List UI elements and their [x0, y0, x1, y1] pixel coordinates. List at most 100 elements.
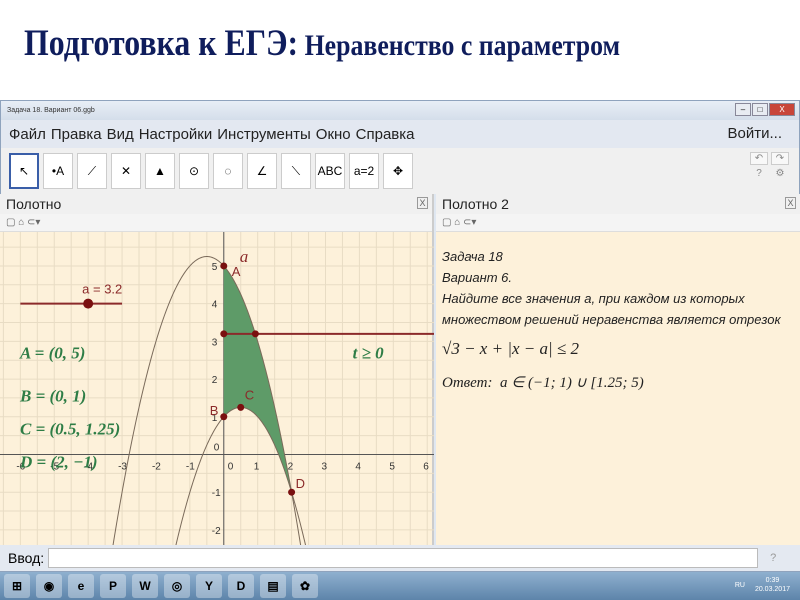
menu-settings[interactable]: Настройки [139, 126, 213, 143]
x-tick-label: 0 [228, 461, 234, 472]
chrome-icon[interactable]: ◎ [164, 574, 190, 598]
system-tray: RU 0:39 20.03.2017 [735, 576, 790, 594]
word-icon[interactable]: W [132, 574, 158, 598]
close-panel-button[interactable]: X [785, 197, 796, 209]
panel-header: Полотно X [0, 194, 432, 214]
problem-statement: Найдите все значения a, при каждом из ко… [442, 291, 745, 306]
panel-style-bar[interactable]: ▢ ⌂ ⊂▾ [436, 214, 800, 232]
y-tick-label: 4 [212, 300, 218, 311]
coordinate-label: B = (0, 1) [19, 386, 86, 405]
menu-window[interactable]: Окно [316, 126, 351, 143]
title-main: Подготовка к ЕГЭ: [24, 23, 299, 64]
undo-button[interactable]: ↶ [750, 152, 768, 165]
help-icon[interactable]: ? [750, 168, 768, 179]
move-tool[interactable]: ↖ [9, 153, 39, 189]
taskbar: ⊞ ◉ e P W ◎ Y D ▤ ✿ RU 0:39 20.03.2017 [0, 572, 800, 600]
x-tick-label: 4 [355, 461, 361, 472]
x-tick-label: 2 [288, 461, 294, 472]
input-help-icon[interactable]: ? [770, 552, 776, 564]
text-tool[interactable]: ABC [315, 153, 345, 189]
panel-style-bar[interactable]: ▢ ⌂ ⊂▾ [0, 214, 432, 232]
move-view-tool[interactable]: ✥ [383, 153, 413, 189]
time: 0:39 [765, 577, 780, 584]
menu-bar: Файл Правка Вид Настройки Инструменты Ок… [1, 120, 799, 148]
axis-label: a [240, 247, 249, 266]
point-label: B [210, 403, 219, 418]
geogebra-icon[interactable]: ✿ [292, 574, 318, 598]
graph-canvas[interactable]: -6 -5 -4 -3 -2 -1 0 1 2 3 4 5 6-2-1123450a = 3.2ABCD… [0, 232, 434, 545]
graphics-view-2[interactable]: Полотно 2 X ▢ ⌂ ⊂▾ Задача 18 Вариант 6. Н… [436, 194, 800, 545]
window-titlebar: Задача 18. Вариант 06.ggb [1, 101, 799, 120]
maximize-button[interactable]: □ [752, 103, 768, 116]
app-d-icon[interactable]: D [228, 574, 254, 598]
y-tick-label: 2 [212, 375, 218, 386]
slider-tool[interactable]: a=2 [349, 153, 379, 189]
perpendicular-tool[interactable]: ✕ [111, 153, 141, 189]
yandex-icon[interactable]: Y [196, 574, 222, 598]
language-indicator[interactable]: RU [735, 582, 745, 589]
graphics-view-1[interactable]: Полотно X ▢ ⌂ ⊂▾ -6 -5 -4 -3 -2 -1 0 1 2 3 4 5 6 -2 -1 1… [0, 194, 434, 545]
y-tick-label: -1 [212, 488, 221, 499]
taskbar-app[interactable]: ◉ [36, 574, 62, 598]
menu-edit[interactable]: Правка [51, 126, 102, 143]
constraint-label: t ≥ 0 [353, 343, 385, 362]
y-tick-label: 3 [212, 337, 218, 348]
y-tick-label: 5 [212, 262, 218, 273]
circle-tool[interactable]: ⊙ [179, 153, 209, 189]
problem-statement-2: множеством решений неравенства является … [442, 312, 781, 327]
x-tick-label: 3 [322, 461, 328, 472]
point-tool[interactable]: •A [43, 153, 73, 189]
minimize-button[interactable]: – [735, 103, 751, 116]
inequality-formula: √3 − x + |x − a| ≤ 2 [442, 339, 580, 358]
x-tick-label: -2 [152, 461, 161, 472]
menu-tools[interactable]: Инструменты [217, 126, 311, 143]
redo-button[interactable]: ↷ [771, 152, 789, 165]
line-tool[interactable]: ⟋ [77, 153, 107, 189]
reflect-tool[interactable]: ⟍ [281, 153, 311, 189]
y-tick-label: 0 [214, 442, 220, 453]
ie-icon[interactable]: e [68, 574, 94, 598]
y-tick-label: -2 [212, 526, 221, 537]
coordinate-label: A = (0, 5) [19, 343, 85, 362]
powerpoint-icon[interactable]: P [100, 574, 126, 598]
toolbar: ↖ •A ⟋ ✕ ▲ ⊙ ◌ ∠ ⟍ ABC a=2 ✥ ↶ ↷? ⚙ [1, 148, 799, 194]
coordinate-label: D = (2, −1) [19, 452, 98, 471]
slider-handle[interactable] [83, 298, 94, 309]
clock[interactable]: 0:39 20.03.2017 [755, 576, 790, 594]
problem-number: Задача 18 [442, 249, 503, 264]
menu-help[interactable]: Справка [356, 126, 415, 143]
panel-title: Полотно 2 [442, 196, 509, 212]
menu-file[interactable]: Файл [9, 126, 46, 143]
problem-text: Задача 18 Вариант 6. Найдите все значени… [436, 232, 800, 394]
close-panel-button[interactable]: X [417, 197, 428, 209]
gear-icon[interactable]: ⚙ [771, 168, 789, 179]
start-button[interactable]: ⊞ [4, 574, 30, 598]
answer-value: a ∈ (−1; 1) ∪ [1.25; 5) [499, 375, 644, 391]
point-D [288, 488, 296, 496]
point-label: D [296, 476, 305, 491]
close-button[interactable]: X [769, 103, 795, 116]
panel-title: Полотно [6, 196, 62, 212]
polygon-tool[interactable]: ▲ [145, 153, 175, 189]
explorer-icon[interactable]: ▤ [260, 574, 286, 598]
menu-view[interactable]: Вид [107, 126, 134, 143]
input-bar: Ввод: ? [0, 545, 800, 571]
conic-tool[interactable]: ◌ [213, 153, 243, 189]
slider-label: a = 3.2 [82, 282, 122, 297]
x-tick-label: -1 [186, 461, 195, 472]
window-title: Задача 18. Вариант 06.ggb [7, 107, 95, 114]
title-sub: Неравенство с параметром [298, 29, 621, 62]
panel-header: Полотно 2 X [436, 194, 800, 214]
intersection-point [251, 330, 259, 338]
login-link[interactable]: Войти... [728, 125, 782, 142]
point-label: A [232, 264, 241, 279]
input-field[interactable] [48, 548, 759, 568]
answer: Ответ: a ∈ (−1; 1) ∪ [1.25; 5) [442, 373, 800, 394]
angle-tool[interactable]: ∠ [247, 153, 277, 189]
answer-label: Ответ: [442, 375, 493, 391]
point-B [220, 413, 228, 421]
slide-title: Подготовка к ЕГЭ: Неравенство с параметр… [24, 22, 620, 65]
date: 20.03.2017 [754, 586, 790, 593]
x-tick-label: 5 [389, 461, 395, 472]
coordinate-label: C = (0.5, 1.25) [20, 419, 120, 438]
